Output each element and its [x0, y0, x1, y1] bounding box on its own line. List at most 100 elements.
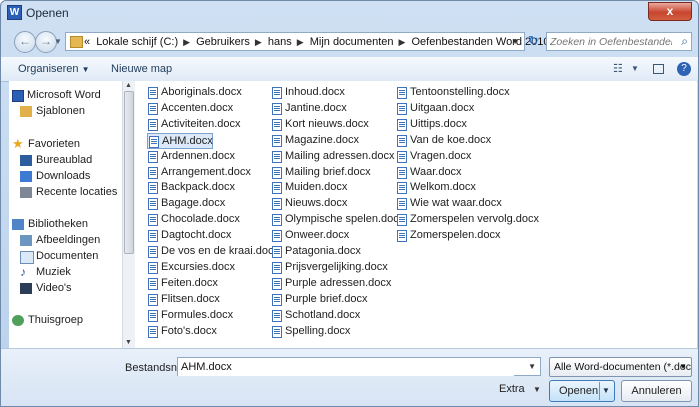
word-document-icon — [272, 134, 282, 147]
new-folder-button[interactable]: Nieuwe map — [111, 63, 172, 75]
word-app-icon: W — [7, 5, 22, 20]
word-document-icon — [272, 230, 282, 243]
file-name: Feiten.docx — [161, 276, 218, 289]
word-document-icon — [148, 87, 158, 99]
word-document-icon — [272, 166, 282, 179]
file-list: Aboriginals.docx Accenten.docx Activiteite… — [135, 81, 697, 348]
file-name: Zomerspelen vervolg.docx — [410, 213, 540, 226]
word-icon — [12, 90, 24, 102]
chevron-right-icon[interactable]: ▶ — [297, 37, 304, 47]
organize-button[interactable]: Organiseren ▼ — [18, 63, 90, 75]
breadcrumb-item[interactable]: Mijn documenten — [310, 36, 394, 48]
file-type-filter[interactable]: Alle Word-documenten (*.docx ▼ — [549, 357, 692, 377]
breadcrumb-item[interactable]: Lokale schijf (C:) — [96, 36, 178, 48]
file-name: Nieuws.docx — [285, 197, 348, 210]
desktop-icon — [20, 155, 32, 166]
word-document-icon — [397, 166, 407, 179]
file-name: Mailing brief.docx — [285, 165, 371, 178]
breadcrumb: « Lokale schijf (C:) ▶ Gebruikers ▶ hans ▶ … — [84, 36, 564, 48]
file-name: Patagonia.docx — [285, 245, 361, 257]
file-name: Prijsvergelijking.docx — [285, 260, 388, 273]
folder-icon — [20, 106, 32, 117]
search-icon[interactable]: ⌕ — [681, 34, 688, 49]
close-button[interactable]: x — [648, 2, 692, 21]
scroll-down-icon[interactable]: ▼ — [125, 339, 132, 346]
back-button[interactable]: ← — [14, 31, 36, 53]
file-item[interactable]: AHM.docx — [147, 132, 213, 149]
file-name: AHM.docx — [162, 134, 213, 147]
open-button[interactable]: Openen ▼ — [549, 380, 615, 402]
star-icon: ★ — [12, 136, 24, 151]
word-document-icon — [272, 325, 282, 338]
file-name: Zomerspelen.docx — [410, 229, 501, 242]
word-document-icon — [397, 87, 407, 99]
recent-pages-dropdown[interactable]: ▼ — [54, 37, 62, 46]
file-name: Purple adressen.docx — [285, 276, 392, 289]
chevron-right-icon[interactable]: ▶ — [255, 37, 262, 47]
file-name: Van de koe.docx — [410, 133, 492, 146]
chevron-right-icon[interactable]: ▶ — [183, 37, 190, 47]
file-name: Formules.docx — [161, 308, 234, 321]
dialog-footer: Bestandsnaam: ▼ Alle Word-documenten (*.… — [1, 348, 698, 406]
extra-dropdown-icon[interactable]: ▼ — [533, 385, 541, 394]
refresh-icon[interactable]: ↻ — [528, 34, 542, 48]
chevron-down-icon[interactable]: ▼ — [679, 362, 687, 371]
file-name: Jantine.docx — [285, 101, 347, 114]
address-bar[interactable]: « Lokale schijf (C:) ▶ Gebruikers ▶ hans ▶ … — [65, 32, 561, 51]
music-icon: ♪ — [20, 265, 26, 279]
file-name: Magazine.docx — [285, 133, 359, 146]
word-document-icon — [272, 246, 282, 258]
word-document-icon — [397, 198, 407, 211]
preview-pane-icon[interactable] — [653, 64, 664, 74]
file-name: Olympische spelen.docx — [285, 213, 405, 226]
view-options-icon[interactable]: ☷ — [613, 62, 623, 76]
search-input[interactable] — [550, 34, 672, 49]
word-document-icon — [272, 293, 282, 306]
word-document-icon — [148, 166, 158, 179]
cancel-button[interactable]: Annuleren — [621, 380, 692, 402]
word-document-icon — [148, 293, 158, 306]
homegroup-icon — [12, 315, 24, 326]
word-document-icon — [148, 214, 158, 227]
file-type-label: Alle Word-documenten (*.docx — [554, 361, 692, 373]
scroll-up-icon[interactable]: ▲ — [125, 82, 132, 89]
download-folder-icon — [20, 171, 32, 182]
word-document-icon — [148, 277, 158, 290]
word-document-icon — [148, 150, 158, 163]
file-name: Uittips.docx — [410, 117, 467, 130]
address-dropdown-icon[interactable]: ▼ — [511, 37, 519, 46]
word-document-icon — [272, 102, 282, 115]
word-document-icon — [272, 87, 282, 99]
recent-locations-icon — [20, 187, 32, 198]
view-dropdown-icon[interactable]: ▼ — [631, 64, 639, 78]
search-box[interactable]: ⌕ — [546, 32, 692, 51]
breadcrumb-item[interactable]: hans — [268, 36, 292, 48]
word-document-icon — [148, 182, 158, 195]
file-name: Mailing adressen.docx — [285, 149, 395, 162]
word-document-icon — [148, 230, 158, 243]
file-name: Inhoud.docx — [285, 86, 345, 98]
filename-dropdown-icon[interactable]: ▼ — [528, 362, 536, 371]
file-name: Welkom.docx — [410, 181, 476, 194]
pictures-icon — [20, 235, 32, 246]
overflow-icon[interactable]: « — [84, 36, 90, 48]
file-name: Arrangement.docx — [161, 165, 251, 178]
scrollbar-thumb[interactable] — [124, 91, 134, 254]
open-options-icon[interactable]: ▼ — [599, 382, 612, 400]
word-document-icon — [272, 150, 282, 163]
breadcrumb-item[interactable]: Gebruikers — [196, 36, 250, 48]
sidebar-scrollbar[interactable]: ▲ ▼ — [122, 81, 135, 348]
file-name: Dagtocht.docx — [161, 229, 232, 242]
extra-menu-button[interactable]: Extra — [499, 383, 525, 395]
file-name: Vragen.docx — [410, 149, 472, 162]
filename-input[interactable] — [178, 358, 514, 376]
word-document-icon — [397, 214, 407, 227]
file-name: Tentoonstelling.docx — [410, 86, 510, 98]
file-name: Activiteiten.docx — [161, 117, 241, 130]
word-document-icon — [148, 118, 158, 131]
file-name: Onweer.docx — [285, 229, 350, 242]
filename-field[interactable]: ▼ — [177, 357, 541, 376]
chevron-right-icon[interactable]: ▶ — [399, 37, 406, 47]
help-icon[interactable]: ? — [677, 62, 691, 76]
file-name: Uitgaan.docx — [410, 101, 475, 114]
